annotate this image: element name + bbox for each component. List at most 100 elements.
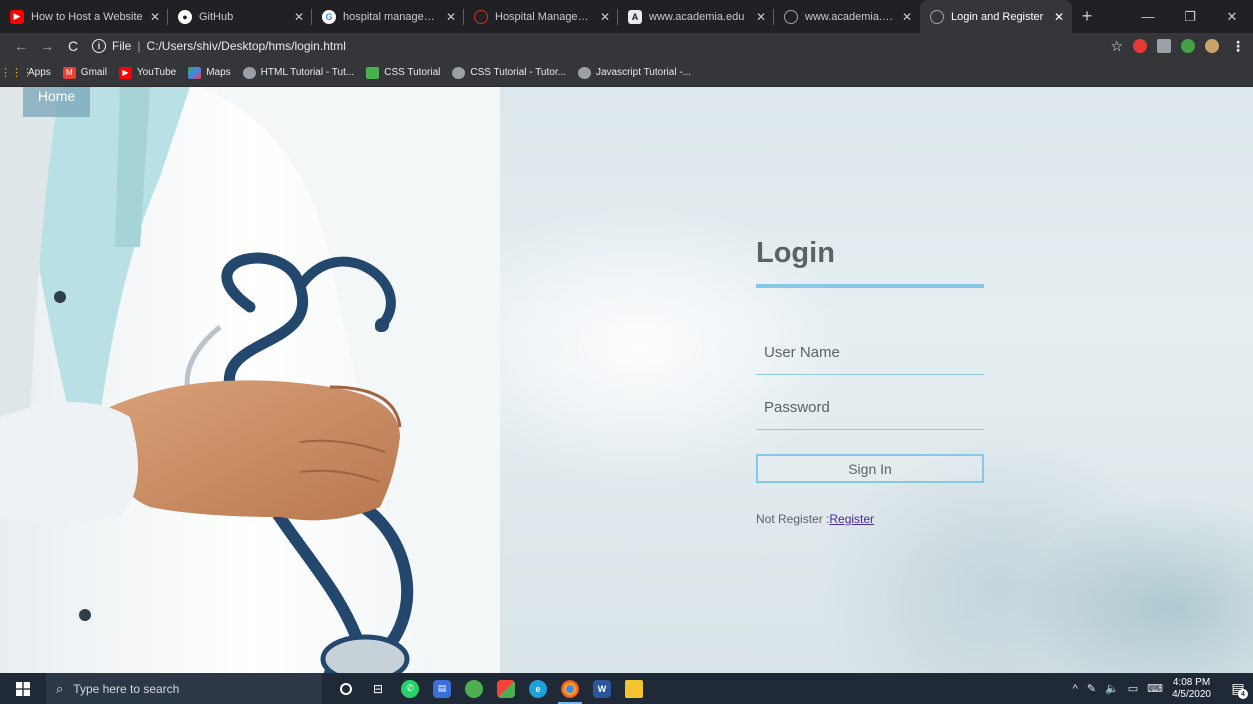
tab-0[interactable]: ▶ How to Host a Website ✕ (0, 0, 168, 33)
pinned-apps: ⊟ ✆ ▤ e W (330, 673, 650, 704)
close-icon[interactable]: ✕ (446, 10, 456, 24)
taskbar-search-box[interactable]: ⌕ Type here to search (46, 673, 322, 704)
tab-1[interactable]: ● GitHub ✕ (168, 0, 312, 33)
address-divider: | (137, 39, 141, 53)
action-center-button[interactable]: ▤ 4 (1223, 673, 1253, 704)
close-icon[interactable]: ✕ (902, 10, 912, 24)
info-icon[interactable]: i (92, 39, 106, 53)
edge-icon[interactable]: e (522, 673, 554, 704)
cortana-icon[interactable] (330, 673, 362, 704)
whatsapp-icon[interactable]: ✆ (394, 673, 426, 704)
url-text[interactable]: C:/Users/shiv/Desktop/hms/login.html (146, 39, 345, 53)
extension-green-icon[interactable] (1181, 39, 1195, 53)
close-icon[interactable]: ✕ (1054, 10, 1064, 24)
extension-area: ☆ (1110, 38, 1219, 55)
close-icon[interactable]: ✕ (756, 10, 766, 24)
heading-underline (756, 284, 984, 288)
login-heading: Login (756, 237, 835, 269)
green-app-icon[interactable] (458, 673, 490, 704)
extension-red-icon[interactable] (1133, 39, 1147, 53)
clock[interactable]: 4:08 PM 4/5/2020 (1172, 677, 1211, 701)
bookmarks-bar: ⋮⋮⋮ Apps M Gmail ▶ YouTube Maps HTML Tut… (0, 59, 1253, 87)
task-view-icon[interactable]: ⊟ (362, 673, 394, 704)
tab-3[interactable]: ◌ Hospital Management ✕ (464, 0, 618, 33)
forward-arrow-icon[interactable]: → (34, 38, 60, 54)
system-tray: ^ ✎ 🔈 ▭ ⌨ 4:08 PM 4/5/2020 ▤ 4 (1073, 673, 1253, 704)
github-icon: ● (178, 9, 192, 24)
maps-icon (188, 66, 202, 79)
tab-title: www.academia.edu (805, 10, 896, 23)
back-arrow-icon[interactable]: ← (8, 38, 34, 54)
clock-date: 4/5/2020 (1172, 688, 1211, 700)
register-prompt-text: Not Register : (756, 512, 830, 526)
maximize-icon[interactable]: ❐ (1169, 0, 1211, 33)
store-app-icon[interactable]: ▤ (426, 673, 458, 704)
register-prompt: Not Register :Register (756, 512, 984, 526)
bookmark-javascript-tutorial[interactable]: Javascript Tutorial -... (577, 66, 691, 79)
menu-dots-icon[interactable]: ⋮ (1231, 38, 1245, 55)
bookmark-label: Gmail (80, 67, 107, 78)
bookmark-html-tutorial[interactable]: HTML Tutorial - Tut... (242, 66, 355, 79)
address-bar[interactable]: i File | C:/Users/shiv/Desktop/hms/login… (92, 35, 1110, 57)
tab-5[interactable]: www.academia.edu ✕ (774, 0, 920, 33)
file-explorer-icon[interactable] (618, 673, 650, 704)
bookmark-label: HTML Tutorial - Tut... (260, 67, 355, 78)
colorful-app-icon[interactable] (490, 673, 522, 704)
keyboard-icon[interactable]: ⌨ (1147, 682, 1163, 695)
close-icon[interactable]: ✕ (150, 10, 160, 24)
bookmark-label: Apps (28, 67, 51, 78)
pen-icon[interactable]: ✎ (1087, 682, 1096, 695)
tab-title: GitHub (199, 10, 234, 23)
bookmark-label: CSS Tutorial (384, 67, 441, 78)
close-icon[interactable]: ✕ (600, 10, 610, 24)
globe-icon: ◌ (474, 9, 488, 24)
home-nav-button[interactable]: Home (23, 87, 90, 117)
doctor-with-stethoscope-image (0, 87, 500, 673)
battery-icon[interactable]: ▭ (1128, 682, 1138, 695)
bookmark-youtube[interactable]: ▶ YouTube (118, 66, 177, 79)
bookmark-star-icon[interactable]: ☆ (1110, 38, 1123, 55)
password-input[interactable]: Password (756, 391, 984, 430)
username-input[interactable]: User Name (756, 336, 984, 375)
bookmark-label: CSS Tutorial - Tutor... (470, 67, 566, 78)
bookmark-apps[interactable]: ⋮⋮⋮ Apps (0, 67, 51, 79)
bookmark-label: Javascript Tutorial -... (595, 67, 691, 78)
chrome-icon[interactable] (554, 673, 586, 704)
volume-icon[interactable]: 🔈 (1105, 682, 1119, 695)
w3schools-icon (242, 66, 256, 79)
bookmark-gmail[interactable]: M Gmail (62, 66, 107, 79)
bookmark-css-tutorial-2[interactable]: CSS Tutorial - Tutor... (452, 66, 566, 79)
globe-icon (930, 9, 944, 24)
google-icon: G (322, 9, 336, 24)
globe-icon (784, 9, 798, 24)
scheme-label: File (112, 39, 132, 53)
extension-gray-icon[interactable] (1157, 39, 1171, 53)
close-icon[interactable]: ✕ (294, 10, 304, 24)
tab-6-active[interactable]: Login and Register ✕ (920, 0, 1072, 33)
new-tab-button[interactable]: + (1072, 0, 1102, 33)
youtube-icon: ▶ (118, 66, 132, 79)
register-link[interactable]: Register (829, 512, 874, 526)
profile-avatar-icon[interactable] (1205, 39, 1219, 53)
start-button[interactable] (0, 673, 46, 704)
reload-icon[interactable]: C (60, 38, 86, 54)
bookmark-css-tutorial[interactable]: CSS Tutorial (366, 66, 441, 79)
close-window-icon[interactable]: ✕ (1211, 0, 1253, 33)
tab-title: How to Host a Website (31, 10, 143, 23)
window-controls: — ❐ ✕ (1127, 0, 1253, 33)
tab-4[interactable]: A www.academia.edu ✕ (618, 0, 774, 33)
w3schools-icon (452, 66, 466, 79)
bookmark-label: Maps (206, 67, 231, 78)
tab-strip: ▶ How to Host a Website ✕ ● GitHub ✕ G h… (0, 0, 1253, 33)
tab-title: hospital management (343, 10, 440, 23)
login-form: Login User Name Password Sign In Not Reg… (756, 237, 984, 526)
academia-icon: A (628, 9, 642, 24)
chevron-up-icon[interactable]: ^ (1073, 683, 1078, 695)
tab-2[interactable]: G hospital management ✕ (312, 0, 464, 33)
bookmark-label: YouTube (136, 67, 177, 78)
page-viewport: Home Login User Name Password Sign In No… (0, 87, 1253, 673)
bookmark-maps[interactable]: Maps (188, 66, 231, 79)
sign-in-button[interactable]: Sign In (756, 454, 984, 483)
minimize-icon[interactable]: — (1127, 0, 1169, 33)
word-icon[interactable]: W (586, 673, 618, 704)
